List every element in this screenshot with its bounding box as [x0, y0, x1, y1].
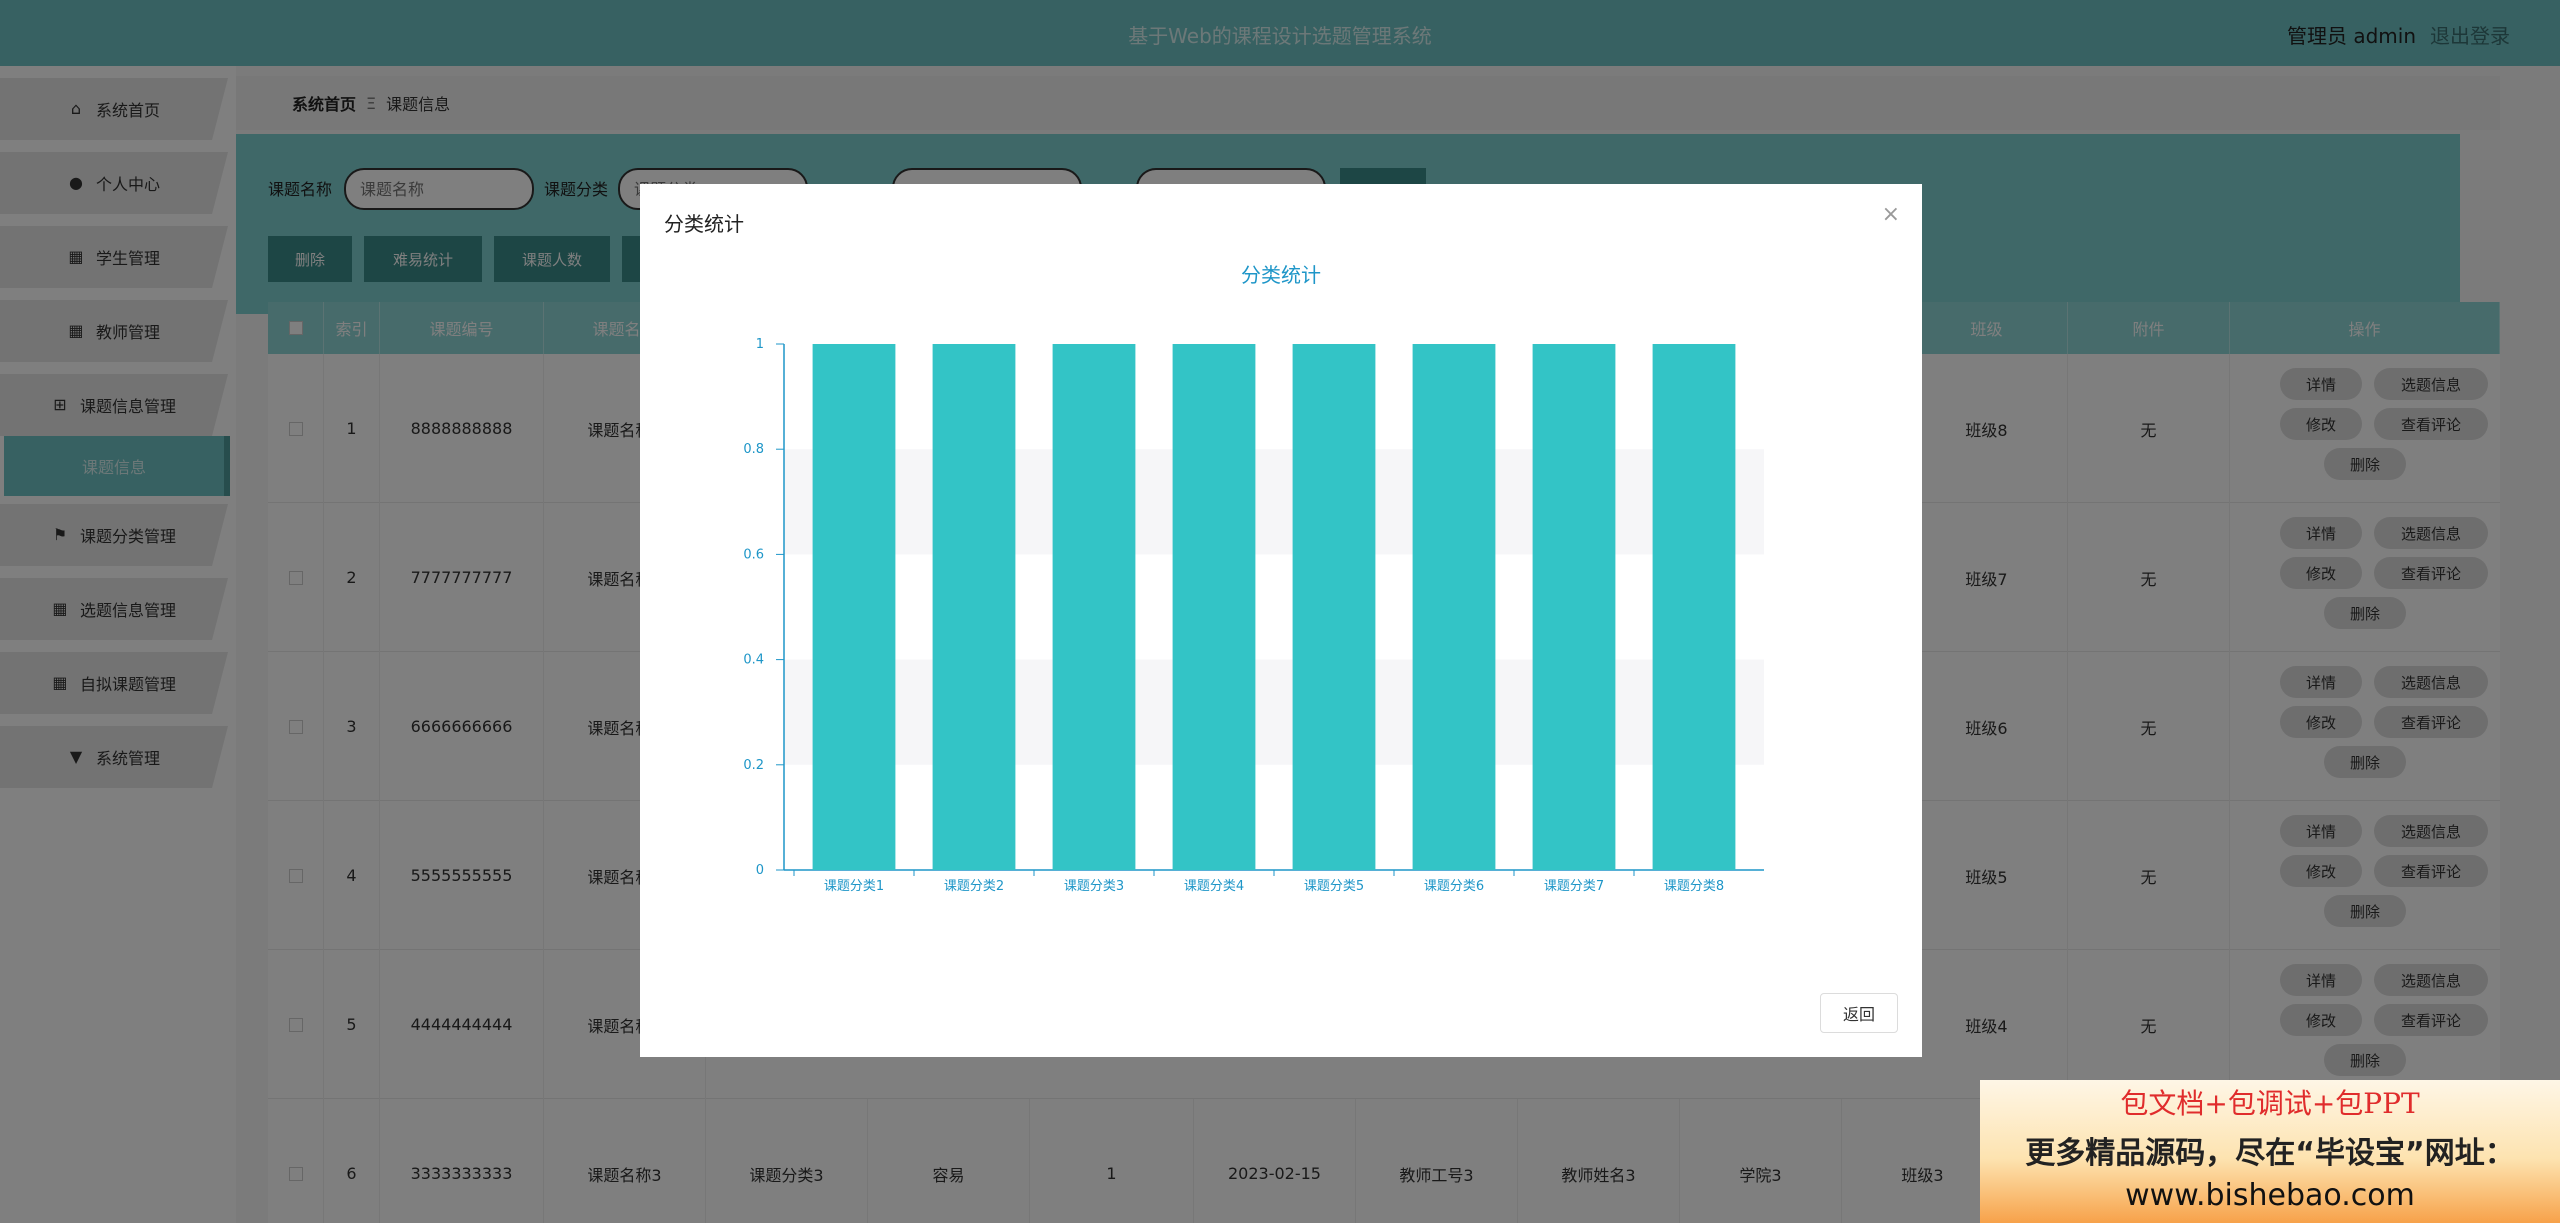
x-tick-label: 课题分类4 [1184, 879, 1244, 894]
category-bar-chart: 分类统计 0 0.2 0.4 0.6 0.8 1 课题分类1 课题分类2 课题分类3 课题分类4 课题… [743, 263, 1764, 894]
promo-line-1: 包文档+包调试+包PPT [2120, 1087, 2420, 1120]
x-tick-label: 课题分类7 [1544, 879, 1604, 894]
category-stats-dialog: 分类统计 × 分类统计 0 0.2 0.4 0.6 0.8 1 课题分类1 课题分类2 课题分类3… [640, 184, 1922, 1057]
x-tick-label: 课题分类3 [1064, 879, 1124, 894]
x-tick-label: 课题分类5 [1304, 879, 1364, 894]
chart-bar [1292, 344, 1376, 870]
chart-title: 分类统计 [1241, 263, 1321, 287]
back-button[interactable]: 返回 [1820, 993, 1898, 1033]
y-tick-label: 0.8 [743, 442, 764, 457]
promo-line-2: 更多精品源码，尽在“毕设宝”网址： [2025, 1136, 2515, 1171]
chart-bar [812, 344, 896, 870]
y-tick-label: 0 [756, 863, 764, 878]
x-tick-label: 课题分类6 [1424, 879, 1484, 894]
chart-bar [1412, 344, 1496, 870]
chart-bar [1172, 344, 1256, 870]
chart-band [784, 449, 1764, 555]
dialog-title: 分类统计 [664, 212, 744, 236]
chart-bar [1052, 344, 1136, 870]
y-tick-label: 1 [756, 337, 764, 352]
chart-bar [1532, 344, 1616, 870]
x-tick-label: 课题分类2 [944, 879, 1004, 894]
chart-bar [1652, 344, 1736, 870]
chart-bar [932, 344, 1016, 870]
chart-band [784, 659, 1764, 765]
close-icon[interactable]: × [1882, 202, 1900, 227]
x-tick-label: 课题分类1 [824, 879, 884, 894]
y-tick-label: 0.2 [743, 758, 764, 773]
y-tick-label: 0.6 [743, 547, 764, 562]
y-tick-label: 0.4 [743, 653, 764, 668]
x-tick-label: 课题分类8 [1664, 879, 1724, 894]
promo-banner: 包文档+包调试+包PPT 更多精品源码，尽在“毕设宝”网址： www.bishe… [1980, 1080, 2560, 1223]
promo-line-3: www.bishebao.com [2125, 1178, 2415, 1213]
